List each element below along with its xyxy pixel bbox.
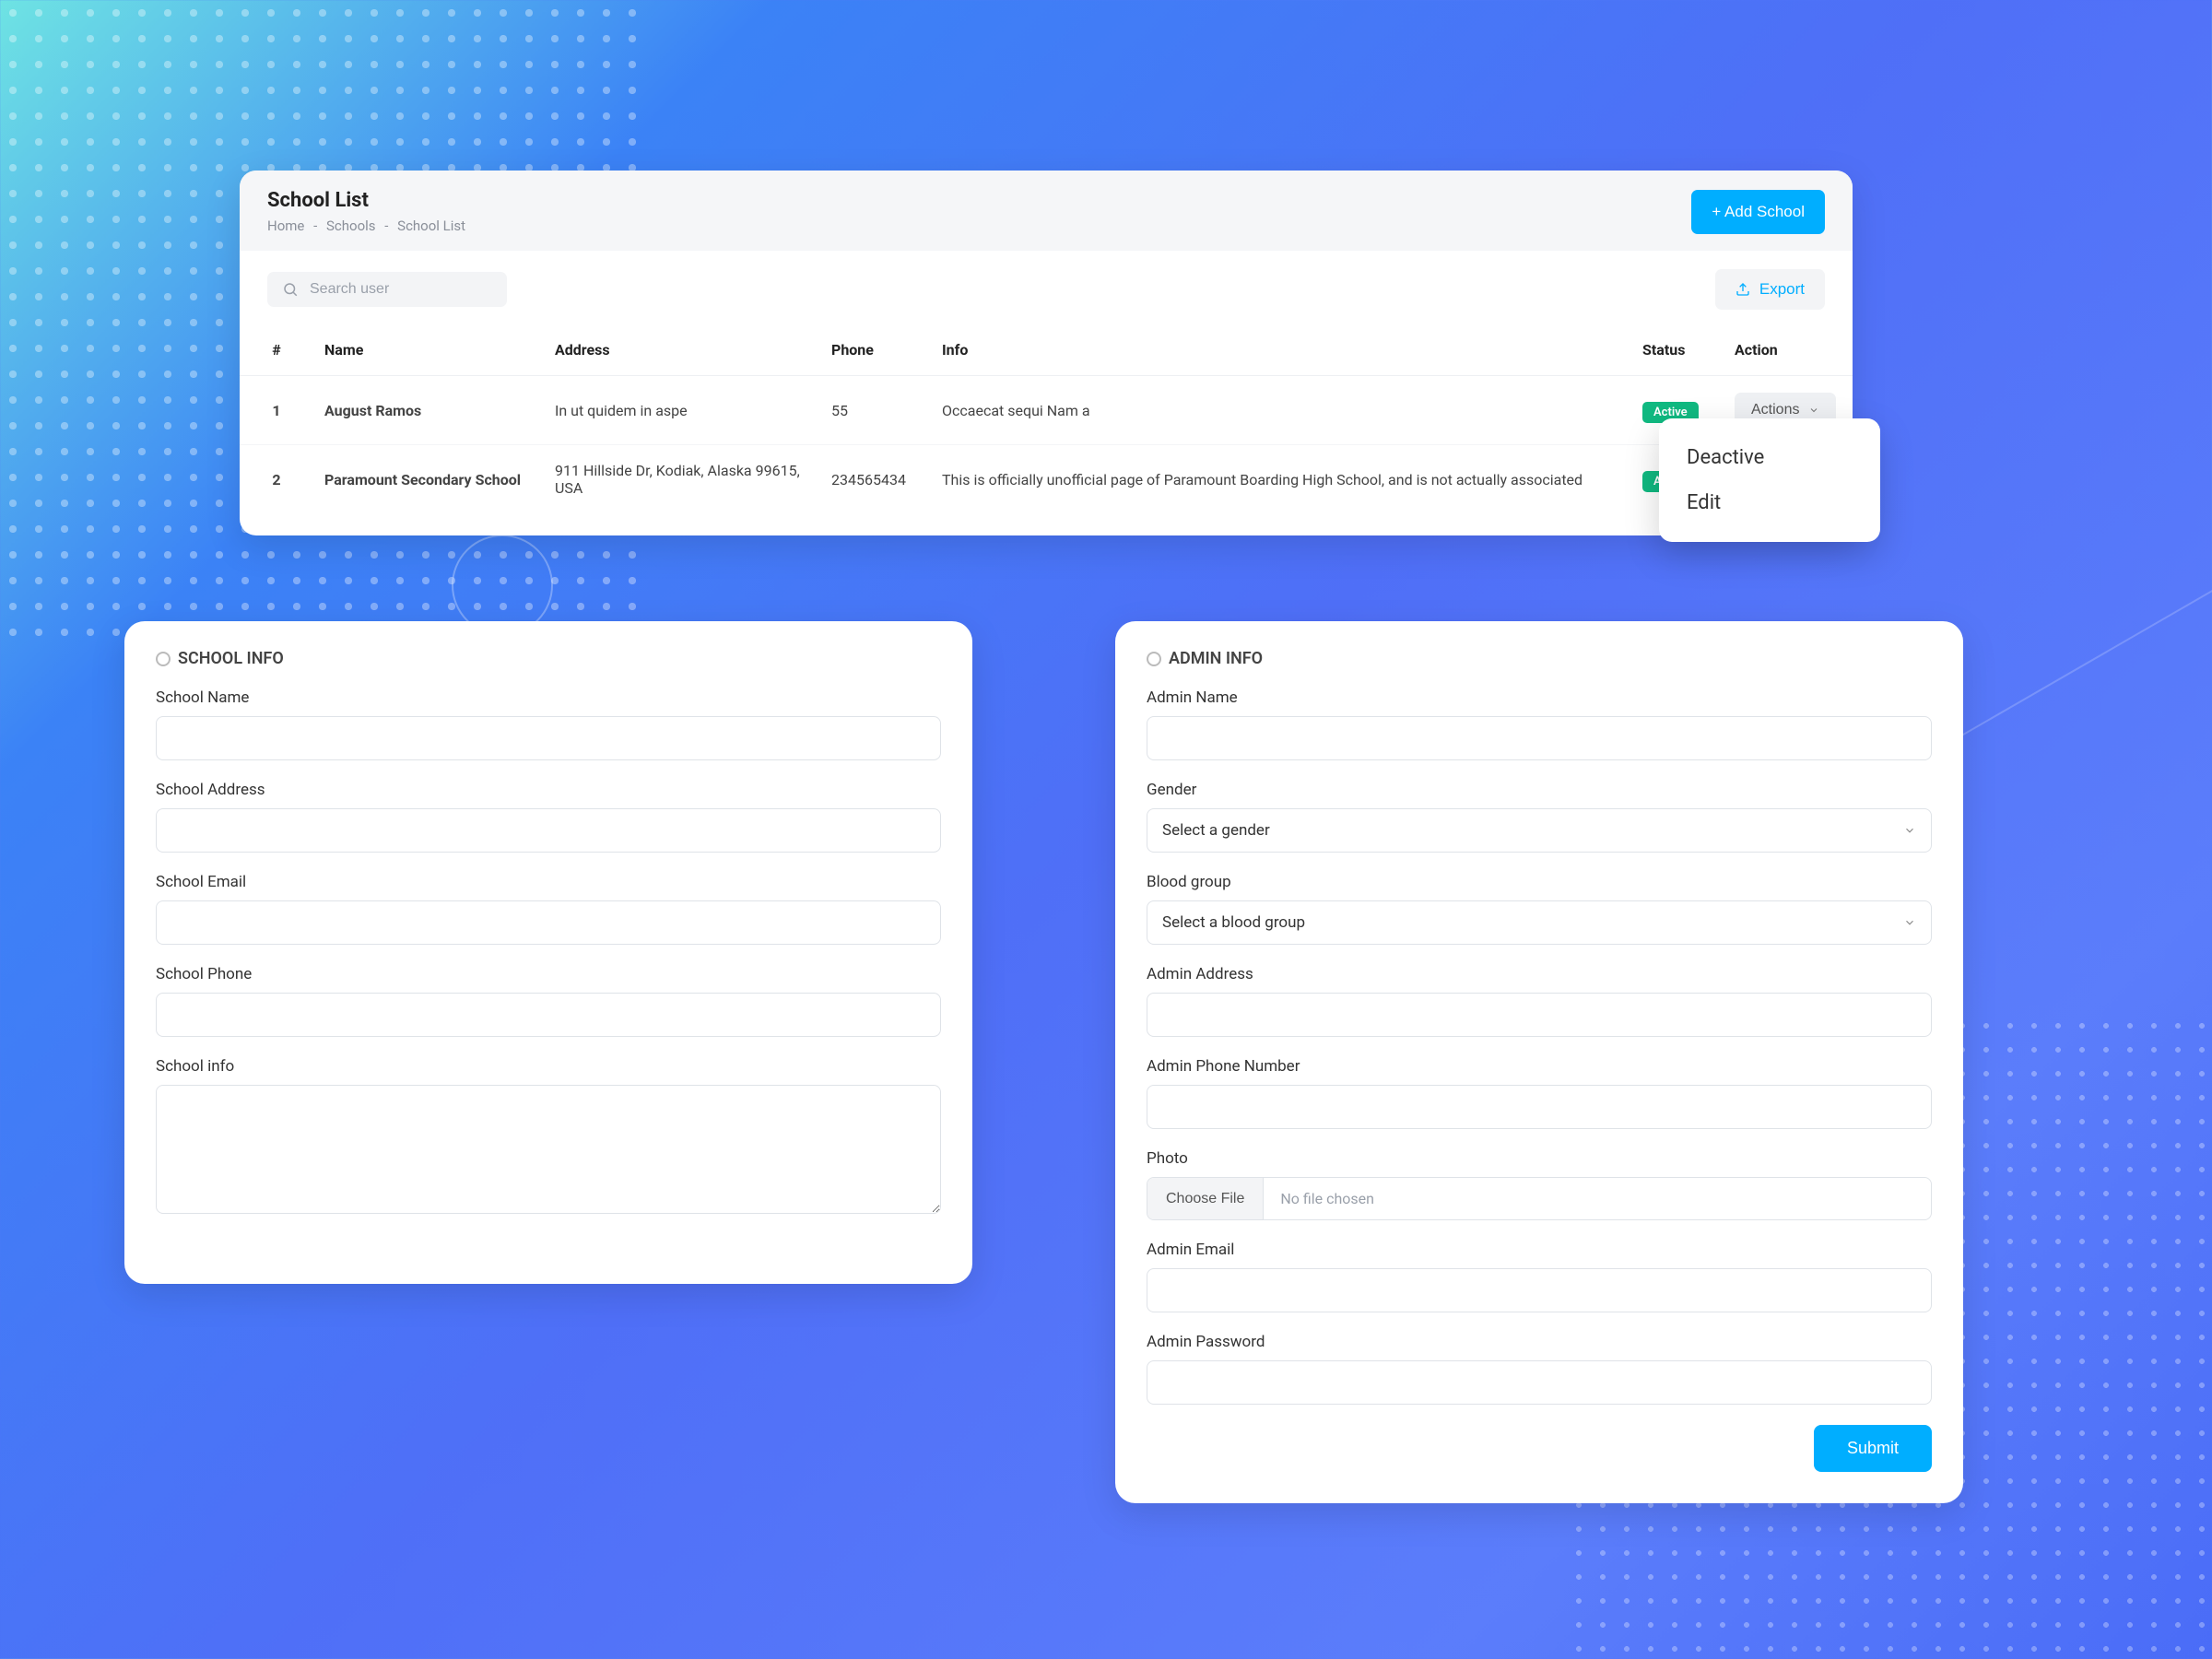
admin-email-label: Admin Email <box>1147 1241 1932 1259</box>
panel-header: School List Home - Schools - School List… <box>240 171 1853 251</box>
column-header-num: # <box>240 324 313 376</box>
breadcrumb-separator: - <box>313 218 317 234</box>
school-info-label: School info <box>156 1057 941 1076</box>
admin-address-input[interactable] <box>1147 993 1932 1037</box>
page-title: School List <box>267 189 465 212</box>
actions-dropdown: Deactive Edit <box>1659 418 1880 542</box>
gender-label: Gender <box>1147 781 1932 799</box>
column-header-status: Status <box>1631 324 1724 376</box>
admin-phone-label: Admin Phone Number <box>1147 1057 1932 1076</box>
choose-file-button[interactable]: Choose File <box>1147 1178 1264 1219</box>
column-header-action: Action <box>1724 324 1853 376</box>
table-row: 1 August Ramos In ut quidem in aspe 55 O… <box>240 376 1853 445</box>
chevron-down-icon <box>1903 916 1916 929</box>
row-address: In ut quidem in aspe <box>544 376 820 445</box>
actions-label: Actions <box>1751 402 1799 418</box>
photo-file-input[interactable]: Choose File No file chosen <box>1147 1177 1932 1220</box>
admin-name-input[interactable] <box>1147 716 1932 760</box>
gender-placeholder: Select a gender <box>1162 821 1270 840</box>
file-chosen-text: No file chosen <box>1264 1178 1391 1219</box>
school-info-title: SCHOOL INFO <box>156 649 941 668</box>
admin-name-label: Admin Name <box>1147 688 1932 707</box>
school-table: # Name Address Phone Info Status Action … <box>240 324 1853 513</box>
photo-label: Photo <box>1147 1149 1932 1168</box>
export-button-label: Export <box>1759 280 1805 299</box>
submit-button[interactable]: Submit <box>1814 1425 1932 1472</box>
school-email-label: School Email <box>156 873 941 891</box>
school-info-textarea[interactable] <box>156 1085 941 1214</box>
column-header-info: Info <box>931 324 1631 376</box>
admin-password-label: Admin Password <box>1147 1333 1932 1351</box>
dropdown-edit[interactable]: Edit <box>1659 480 1880 525</box>
breadcrumb: Home - Schools - School List <box>267 218 465 234</box>
breadcrumb-current: School List <box>397 218 465 234</box>
admin-info-panel: ADMIN INFO Admin Name Gender Select a ge… <box>1115 621 1963 1503</box>
column-header-phone: Phone <box>820 324 931 376</box>
search-input[interactable] <box>310 281 492 298</box>
school-address-input[interactable] <box>156 808 941 853</box>
chevron-down-icon <box>1808 405 1819 416</box>
school-name-label: School Name <box>156 688 941 707</box>
column-header-address: Address <box>544 324 820 376</box>
row-info: Occaecat sequi Nam a <box>931 376 1631 445</box>
admin-phone-input[interactable] <box>1147 1085 1932 1129</box>
row-info: This is officially unofficial page of Pa… <box>931 445 1631 514</box>
breadcrumb-schools[interactable]: Schools <box>326 218 376 234</box>
search-input-wrapper[interactable] <box>267 272 507 307</box>
school-info-panel: SCHOOL INFO School Name School Address S… <box>124 621 972 1284</box>
school-phone-label: School Phone <box>156 965 941 983</box>
blood-label: Blood group <box>1147 873 1932 891</box>
blood-select[interactable]: Select a blood group <box>1147 900 1932 945</box>
search-icon <box>282 281 299 298</box>
breadcrumb-separator: - <box>384 218 388 234</box>
row-phone: 234565434 <box>820 445 931 514</box>
school-list-panel: School List Home - Schools - School List… <box>240 171 1853 535</box>
row-name: August Ramos <box>313 376 544 445</box>
school-name-input[interactable] <box>156 716 941 760</box>
table-row: 2 Paramount Secondary School 911 Hillsid… <box>240 445 1853 514</box>
row-name: Paramount Secondary School <box>313 445 544 514</box>
admin-address-label: Admin Address <box>1147 965 1932 983</box>
add-school-button[interactable]: + Add School <box>1691 190 1825 234</box>
row-address: 911 Hillside Dr, Kodiak, Alaska 99615, U… <box>544 445 820 514</box>
list-controls: Export <box>240 251 1853 310</box>
gender-select[interactable]: Select a gender <box>1147 808 1932 853</box>
chevron-down-icon <box>1903 824 1916 837</box>
blood-placeholder: Select a blood group <box>1162 913 1305 932</box>
upload-icon <box>1735 282 1750 297</box>
school-email-input[interactable] <box>156 900 941 945</box>
admin-info-title: ADMIN INFO <box>1147 649 1932 668</box>
breadcrumb-home[interactable]: Home <box>267 218 304 234</box>
export-button[interactable]: Export <box>1715 269 1825 310</box>
row-number: 1 <box>240 376 313 445</box>
admin-password-input[interactable] <box>1147 1360 1932 1405</box>
row-phone: 55 <box>820 376 931 445</box>
admin-email-input[interactable] <box>1147 1268 1932 1312</box>
school-phone-input[interactable] <box>156 993 941 1037</box>
row-number: 2 <box>240 445 313 514</box>
column-header-name: Name <box>313 324 544 376</box>
dropdown-deactive[interactable]: Deactive <box>1659 435 1880 480</box>
school-address-label: School Address <box>156 781 941 799</box>
